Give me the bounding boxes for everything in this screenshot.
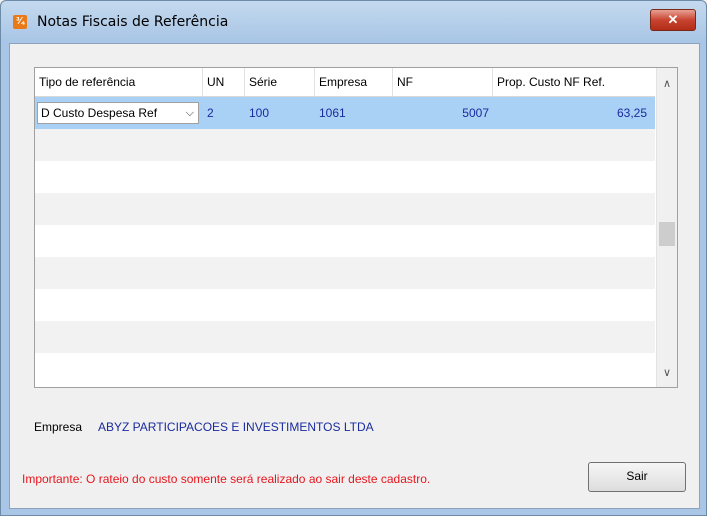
empresa-label: Empresa <box>34 420 83 434</box>
table-row-empty[interactable] <box>35 161 655 193</box>
warning-message: Importante: O rateio do custo somente se… <box>22 472 431 486</box>
close-button[interactable]: ✕ <box>650 9 696 31</box>
empresa-value: ABYZ PARTICIPACOES E INVESTIMENTOS LTDA <box>98 420 374 434</box>
table-row[interactable]: D Custo Despesa Ref ⌵ 2 100 1061 5007 63… <box>35 97 655 129</box>
table-row-empty[interactable] <box>35 321 655 353</box>
tipo-referencia-select[interactable]: D Custo Despesa Ref ⌵ <box>37 102 199 124</box>
window-title: Notas Fiscais de Referência <box>37 14 229 30</box>
reference-grid: Tipo de referência UN Série Empresa NF P… <box>34 67 678 388</box>
cell-un[interactable]: 2 <box>203 97 245 129</box>
column-header-tipo[interactable]: Tipo de referência <box>35 68 203 96</box>
scrollbar-thumb[interactable] <box>659 222 675 246</box>
column-header-un[interactable]: UN <box>203 68 245 96</box>
column-header-prop-custo[interactable]: Prop. Custo NF Ref. <box>493 68 655 96</box>
dialog-client-area: Tipo de referência UN Série Empresa NF P… <box>9 43 700 509</box>
chevron-down-icon[interactable]: ⌵ <box>186 103 194 123</box>
table-row-empty[interactable] <box>35 193 655 225</box>
close-icon: ✕ <box>667 12 679 27</box>
table-row-empty[interactable] <box>35 257 655 289</box>
tipo-referencia-value: D Custo Despesa Ref <box>41 106 158 120</box>
column-header-nf[interactable]: NF <box>393 68 493 96</box>
title-bar[interactable]: ¾ Notas Fiscais de Referência ✕ <box>1 1 706 43</box>
column-header-empresa[interactable]: Empresa <box>315 68 393 96</box>
table-row-empty[interactable] <box>35 225 655 257</box>
table-row-empty[interactable] <box>35 289 655 321</box>
table-row-empty[interactable] <box>35 129 655 161</box>
table-row-empty[interactable] <box>35 353 655 385</box>
app-logo-icon: ¾ <box>13 15 27 29</box>
column-header-serie[interactable]: Série <box>245 68 315 96</box>
scroll-up-icon[interactable]: ∧ <box>657 74 677 94</box>
grid-header: Tipo de referência UN Série Empresa NF P… <box>35 68 655 97</box>
cell-nf[interactable]: 5007 <box>393 97 493 129</box>
cell-prop-custo[interactable]: 63,25 <box>493 97 651 129</box>
cell-serie[interactable]: 100 <box>245 97 315 129</box>
scroll-down-icon[interactable]: ∨ <box>657 363 677 383</box>
vertical-scrollbar[interactable]: ∧ ∨ <box>656 68 677 387</box>
sair-button[interactable]: Sair <box>588 462 686 492</box>
dialog-window: ¾ Notas Fiscais de Referência ✕ Tipo de … <box>0 0 707 516</box>
cell-empresa[interactable]: 1061 <box>315 97 393 129</box>
